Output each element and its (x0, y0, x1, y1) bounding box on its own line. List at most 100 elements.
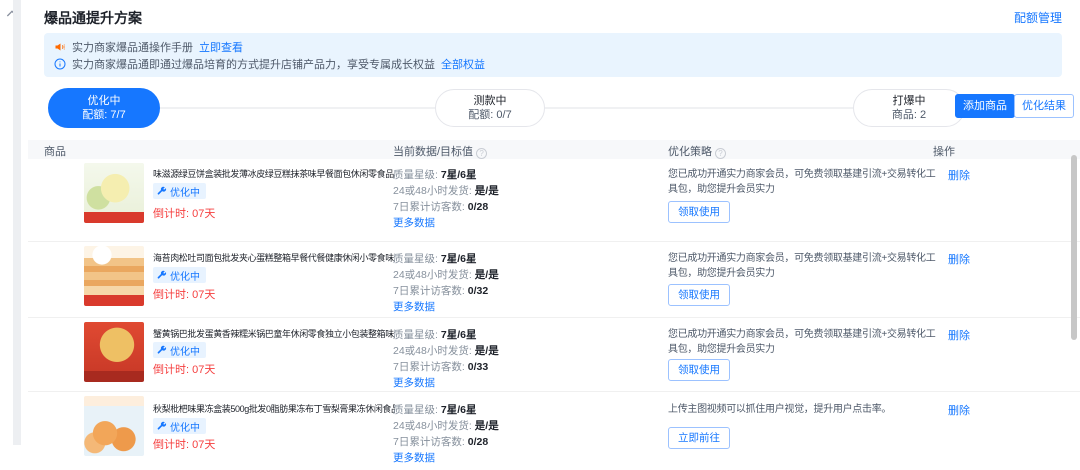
status-badge: 优化中 (153, 342, 206, 358)
metrics-block: 质量星级:7星/6星 24或48小时发货:是/是 7日累计访客数:0/28 更多… (393, 402, 655, 466)
megaphone-icon (54, 41, 66, 53)
product-image[interactable] (84, 246, 144, 306)
metric-label: 7日累计访客数: (393, 361, 465, 373)
metric-value: 0/28 (468, 201, 488, 213)
step-label: 优化中 (88, 94, 121, 108)
question-circle-icon[interactable]: ? (476, 148, 487, 159)
wrench-icon (157, 345, 167, 355)
all-benefits-link[interactable]: 全部权益 (441, 56, 485, 72)
metric-label: 质量星级: (393, 404, 438, 416)
countdown-text: 倒计时: 07天 (153, 286, 215, 302)
claim-use-button[interactable]: 领取使用 (668, 284, 730, 306)
claim-use-button[interactable]: 领取使用 (668, 201, 730, 223)
metric-value: 0/32 (468, 285, 488, 297)
product-table-body: 味滋源绿豆饼盒装批发薄冰皮绿豆糕抹茶味早餐面包休闲零食品小吃 优化中 倒计时: … (28, 159, 1080, 470)
metric-label: 24或48小时发货: (393, 345, 472, 357)
go-now-button[interactable]: 立即前往 (668, 427, 730, 449)
step-quota: 配额: 0/7 (468, 108, 511, 122)
strategy-text: 您已成功开通实力商家会员，可免费领取基建引流+交易转化工具包，助您提升会员实力 (668, 251, 936, 281)
step-testing[interactable]: 测款中 配额: 0/7 (435, 89, 545, 127)
more-data-link[interactable]: 更多数据 (393, 217, 435, 229)
wrench-icon (157, 270, 167, 280)
table-header: 商品 当前数据/目标值? 优化策略? 操作 (28, 140, 1080, 159)
countdown-text: 倒计时: 07天 (153, 361, 215, 377)
add-product-button[interactable]: 添加商品 (955, 94, 1015, 118)
countdown-text: 倒计时: 07天 (153, 205, 215, 221)
product-title[interactable]: 秋梨枇杷味果冻盒装500g批发0脂肪果冻布丁雪梨膏果冻休闲食品 (153, 402, 395, 415)
metric-label: 7日累计访客数: (393, 285, 465, 297)
metrics-block: 质量星级:7星/6星 24或48小时发货:是/是 7日累计访客数:0/32 更多… (393, 251, 655, 315)
table-row: 海苔肉松吐司面包批发夹心蛋糕整箱早餐代餐健康休闲小零食味滋源 优化中 倒计时: … (28, 242, 1080, 318)
notice-text-manual: 实力商家爆品通操作手册 (72, 39, 193, 55)
status-badge: 优化中 (153, 183, 206, 199)
more-data-link[interactable]: 更多数据 (393, 301, 435, 313)
status-label: 优化中 (170, 419, 200, 434)
delete-link[interactable]: 删除 (948, 251, 970, 267)
metrics-block: 质量星级:7星/6星 24或48小时发货:是/是 7日累计访客数:0/33 更多… (393, 327, 655, 391)
product-title[interactable]: 味滋源绿豆饼盒装批发薄冰皮绿豆糕抹茶味早餐面包休闲零食品小吃 (153, 167, 395, 180)
delete-link[interactable]: 删除 (948, 167, 970, 183)
metric-label: 7日累计访客数: (393, 201, 465, 213)
metric-value: 是/是 (475, 345, 499, 357)
metric-label: 质量星级: (393, 253, 438, 265)
delete-link[interactable]: 删除 (948, 327, 970, 343)
status-badge: 优化中 (153, 418, 206, 434)
status-badge: 优化中 (153, 267, 206, 283)
metric-value: 是/是 (475, 185, 499, 197)
product-image[interactable] (84, 163, 144, 223)
hot-product-plan-panel: 爆品通提升方案 配额管理 实力商家爆品通操作手册 立即查看 实力商家爆品通即通过… (0, 0, 1080, 445)
product-image[interactable] (84, 322, 144, 382)
col-header-product: 商品 (44, 143, 66, 159)
strategy-text: 您已成功开通实力商家会员，可免费领取基建引流+交易转化工具包，助您提升会员实力 (668, 327, 936, 357)
wrench-icon (157, 421, 167, 431)
product-title[interactable]: 海苔肉松吐司面包批发夹心蛋糕整箱早餐代餐健康休闲小零食味滋源 (153, 251, 395, 264)
table-row: 秋梨枇杷味果冻盒装500g批发0脂肪果冻布丁雪梨膏果冻休闲食品 优化中 倒计时:… (28, 392, 1080, 470)
table-row: 蟹黄锅巴批发蛋黄香辣糯米锅巴童年休闲零食独立小包装整箱味滋源 优化中 倒计时: … (28, 318, 1080, 392)
countdown-text: 倒计时: 07天 (153, 436, 215, 452)
view-now-link[interactable]: 立即查看 (199, 39, 243, 55)
col-header-strategy: 优化策略? (668, 143, 726, 159)
metric-value: 是/是 (475, 269, 499, 281)
col-header-action: 操作 (933, 143, 955, 159)
stepper-connector (160, 107, 435, 109)
col-header-data: 当前数据/目标值? (393, 143, 487, 159)
step-label: 打爆中 (893, 94, 926, 108)
vertical-scrollbar-thumb[interactable] (1071, 155, 1077, 340)
metrics-block: 质量星级:7星/6星 24或48小时发货:是/是 7日累计访客数:0/28 更多… (393, 167, 655, 231)
step-quota: 配额: 7/7 (82, 108, 125, 122)
status-label: 优化中 (170, 184, 200, 199)
metric-value: 7星/6星 (441, 329, 477, 341)
metric-label: 质量星级: (393, 169, 438, 181)
table-row: 味滋源绿豆饼盒装批发薄冰皮绿豆糕抹茶味早餐面包休闲零食品小吃 优化中 倒计时: … (28, 159, 1080, 242)
step-optimizing[interactable]: 优化中 配额: 7/7 (48, 88, 160, 128)
stepper-connector (545, 107, 853, 109)
optimize-result-button[interactable]: 优化结果 (1014, 94, 1074, 118)
product-image[interactable] (84, 396, 144, 456)
info-circle-icon (54, 58, 66, 70)
delete-link[interactable]: 删除 (948, 402, 970, 418)
left-gutter-rail (13, 0, 21, 445)
metric-value: 是/是 (475, 420, 499, 432)
metric-value: 7星/6星 (441, 404, 477, 416)
metric-label: 24或48小时发货: (393, 269, 472, 281)
step-exploding[interactable]: 打爆中 商品: 2 (853, 89, 965, 127)
metric-label: 7日累计访客数: (393, 436, 465, 448)
quota-manage-link[interactable]: 配额管理 (1014, 9, 1062, 26)
notice-line-benefit: 实力商家爆品通即通过爆品培育的方式提升店铺产品力，享受专属成长权益 全部权益 (54, 55, 1052, 72)
status-label: 优化中 (170, 268, 200, 283)
metric-label: 24或48小时发货: (393, 185, 472, 197)
notice-text-benefit: 实力商家爆品通即通过爆品培育的方式提升店铺产品力，享受专属成长权益 (72, 56, 435, 72)
metric-value: 7星/6星 (441, 253, 477, 265)
more-data-link[interactable]: 更多数据 (393, 377, 435, 389)
strategy-text: 上传主图视频可以抓住用户视觉，提升用户点击率。 (668, 402, 936, 417)
metric-value: 0/33 (468, 361, 488, 373)
more-data-link[interactable]: 更多数据 (393, 452, 435, 464)
question-circle-icon[interactable]: ? (715, 148, 726, 159)
claim-use-button[interactable]: 领取使用 (668, 359, 730, 381)
step-quota: 商品: 2 (892, 108, 926, 122)
metric-label: 质量星级: (393, 329, 438, 341)
notice-line-manual: 实力商家爆品通操作手册 立即查看 (54, 38, 1052, 55)
metric-value: 7星/6星 (441, 169, 477, 181)
product-title[interactable]: 蟹黄锅巴批发蛋黄香辣糯米锅巴童年休闲零食独立小包装整箱味滋源 (153, 327, 395, 340)
wrench-icon (157, 186, 167, 196)
